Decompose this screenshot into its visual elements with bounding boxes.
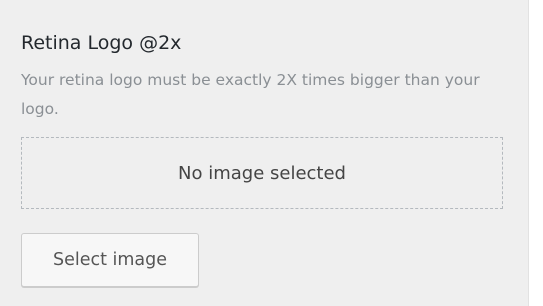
customizer-panel: Retina Logo @2x Your retina logo must be…	[0, 0, 528, 306]
control-description: Your retina logo must be exactly 2X time…	[21, 71, 480, 118]
select-image-button[interactable]: Select image	[21, 233, 199, 287]
placeholder-text: No image selected	[178, 162, 346, 184]
image-placeholder[interactable]: No image selected	[21, 137, 503, 209]
scrollbar[interactable]	[528, 0, 543, 306]
control-title: Retina Logo @2x	[21, 32, 182, 54]
